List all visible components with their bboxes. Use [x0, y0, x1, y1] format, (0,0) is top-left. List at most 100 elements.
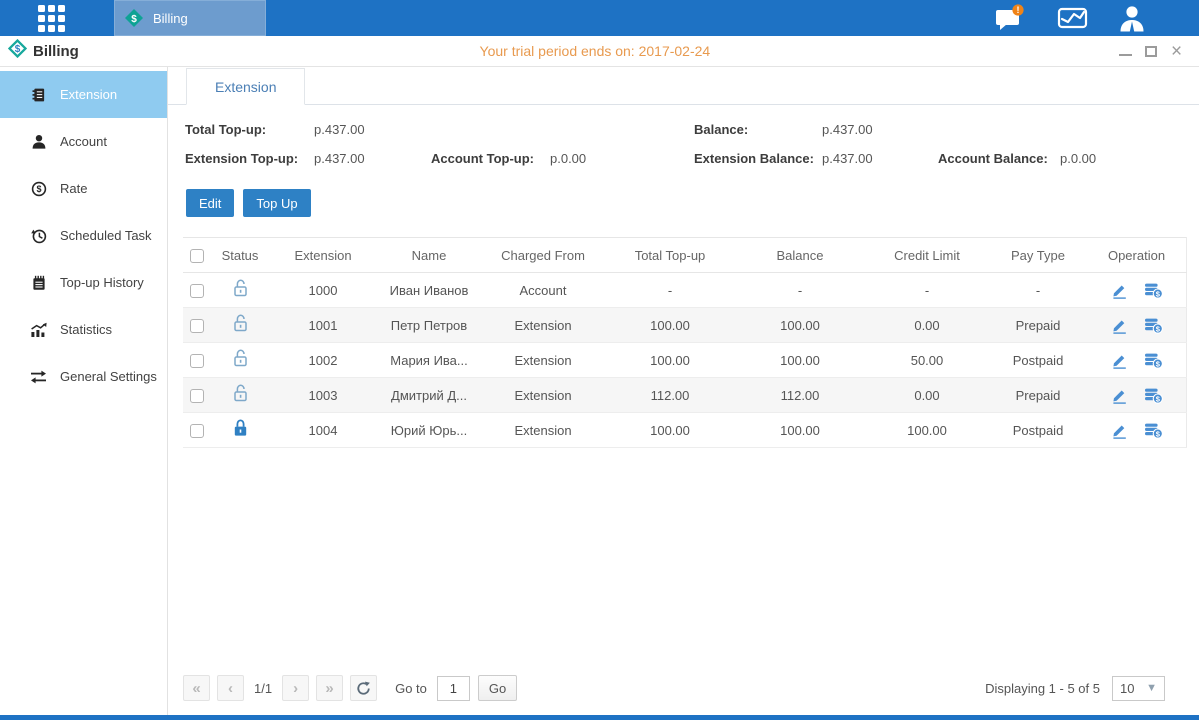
person-icon [30, 134, 47, 150]
lock-open-icon[interactable] [232, 384, 249, 403]
column-header-total-top-up: Total Top-up [605, 238, 735, 273]
cell-extension: 1000 [269, 273, 377, 308]
main-content: Extension Total Top-up: p.437.00 Balance… [168, 67, 1199, 715]
cell-extension: 1002 [269, 343, 377, 378]
edit-button[interactable]: Edit [186, 189, 234, 217]
tab-extension[interactable]: Extension [186, 68, 305, 105]
lock-open-icon[interactable] [232, 314, 249, 333]
monitor-chart-icon[interactable] [1057, 5, 1088, 31]
cell-charged-from: Extension [481, 378, 605, 413]
pagination-right: Displaying 1 - 5 of 5 10 ▼ [985, 676, 1165, 701]
chevron-down-icon: ▼ [1146, 682, 1157, 694]
cell-status [211, 378, 269, 413]
sidebar: ExtensionAccount $ Rate Scheduled TaskTop-u… [0, 67, 168, 715]
close-icon[interactable]: × [1170, 45, 1183, 58]
cell-balance: 100.00 [735, 413, 865, 448]
extension-table: StatusExtensionNameCharged FromTotal Top… [183, 237, 1187, 448]
cell-credit-limit: 0.00 [865, 378, 989, 413]
cell-status [211, 273, 269, 308]
trial-period-message: Your trial period ends on: 2017-02-24 [480, 43, 711, 59]
cell-name: Иван Иванов [377, 273, 481, 308]
user-icon[interactable] [1118, 5, 1146, 32]
next-page-button[interactable]: › [282, 675, 309, 701]
edit-pencil-icon[interactable] [1111, 422, 1128, 439]
refresh-button[interactable] [350, 675, 377, 701]
select-all-checkbox[interactable] [190, 249, 204, 263]
row-checkbox-cell [183, 378, 211, 413]
window-titlebar: $ Billing Your trial period ends on: 201… [0, 36, 1199, 67]
topup-coins-icon[interactable]: $ [1144, 352, 1163, 369]
cell-name: Дмитрий Д... [377, 378, 481, 413]
row-checkbox[interactable] [190, 319, 204, 333]
minimize-icon[interactable] [1119, 47, 1132, 56]
sidebar-item-label: Rate [60, 181, 87, 196]
statistics-icon [30, 322, 47, 338]
cell-status [211, 413, 269, 448]
page-size-select[interactable]: 10 ▼ [1112, 676, 1165, 701]
sidebar-item-extension[interactable]: Extension [0, 71, 167, 118]
summary-extension-topup: Extension Top-up: p.437.00 [185, 151, 431, 166]
taskbar-billing-tab[interactable]: $ Billing [114, 0, 266, 36]
go-button[interactable]: Go [478, 675, 517, 701]
maximize-icon[interactable] [1145, 46, 1157, 57]
action-buttons: Edit Top Up [186, 189, 1199, 217]
first-page-button[interactable]: « [183, 675, 210, 701]
cell-pay-type: Prepaid [989, 308, 1087, 343]
last-page-button[interactable]: » [316, 675, 343, 701]
row-checkbox-cell [183, 343, 211, 378]
cell-extension: 1004 [269, 413, 377, 448]
summary-account-topup: Account Top-up: p.0.00 [431, 151, 694, 166]
taskbar-right: ! [993, 4, 1146, 32]
table-row-extension-1004: 1004Юрий Юрь...Extension100.00100.00100.… [183, 413, 1187, 448]
edit-pencil-icon[interactable] [1111, 387, 1128, 404]
topup-coins-icon[interactable]: $ [1144, 387, 1163, 404]
sidebar-item-rate[interactable]: $ Rate [0, 165, 167, 212]
edit-pencil-icon[interactable] [1111, 352, 1128, 369]
top-up-button[interactable]: Top Up [243, 189, 310, 217]
cell-total-topup: - [605, 273, 735, 308]
sidebar-item-top-up-history[interactable]: Top-up History [0, 259, 167, 306]
taskbar-tab-label: Billing [153, 11, 188, 26]
sidebar-item-scheduled-task[interactable]: Scheduled Task [0, 212, 167, 259]
lock-open-icon[interactable] [232, 349, 249, 368]
cell-extension: 1003 [269, 378, 377, 413]
prev-page-button[interactable]: ‹ [217, 675, 244, 701]
column-header-operation: Operation [1087, 238, 1187, 273]
row-checkbox[interactable] [190, 284, 204, 298]
lock-closed-icon[interactable] [232, 419, 249, 438]
edit-pencil-icon[interactable] [1111, 317, 1128, 334]
topup-coins-icon[interactable]: $ [1144, 317, 1163, 334]
app-grid-icon[interactable] [38, 5, 65, 32]
window-title-group: $ Billing [0, 39, 79, 63]
tab-strip: Extension [168, 67, 1199, 105]
cell-balance: 100.00 [735, 343, 865, 378]
column-header-charged-from: Charged From [481, 238, 605, 273]
row-checkbox-cell [183, 273, 211, 308]
arrows-exchange-icon [30, 369, 47, 385]
topup-coins-icon[interactable]: $ [1144, 282, 1163, 299]
row-checkbox-cell [183, 413, 211, 448]
row-checkbox[interactable] [190, 389, 204, 403]
sidebar-item-statistics[interactable]: Statistics [0, 306, 167, 353]
goto-page-input[interactable] [437, 676, 470, 701]
cell-total-topup: 100.00 [605, 343, 735, 378]
cell-pay-type: Postpaid [989, 413, 1087, 448]
topup-coins-icon[interactable]: $ [1144, 422, 1163, 439]
cell-operation: $ [1087, 273, 1187, 308]
sidebar-item-account[interactable]: Account [0, 118, 167, 165]
summary-account-balance: Account Balance: p.0.00 [938, 151, 1182, 166]
row-checkbox[interactable] [190, 354, 204, 368]
dollar-circle-icon: $ [30, 181, 47, 197]
messages-icon[interactable]: ! [993, 4, 1027, 32]
cell-charged-from: Extension [481, 343, 605, 378]
row-checkbox[interactable] [190, 424, 204, 438]
summary-balance: Balance: p.437.00 [694, 122, 938, 137]
window-title: Billing [33, 43, 79, 60]
lock-open-icon[interactable] [232, 279, 249, 298]
edit-pencil-icon[interactable] [1111, 282, 1128, 299]
sidebar-item-general-settings[interactable]: General Settings [0, 353, 167, 400]
column-header-extension: Extension [269, 238, 377, 273]
svg-text:$: $ [15, 44, 21, 55]
cell-charged-from: Account [481, 273, 605, 308]
cell-operation: $ [1087, 343, 1187, 378]
